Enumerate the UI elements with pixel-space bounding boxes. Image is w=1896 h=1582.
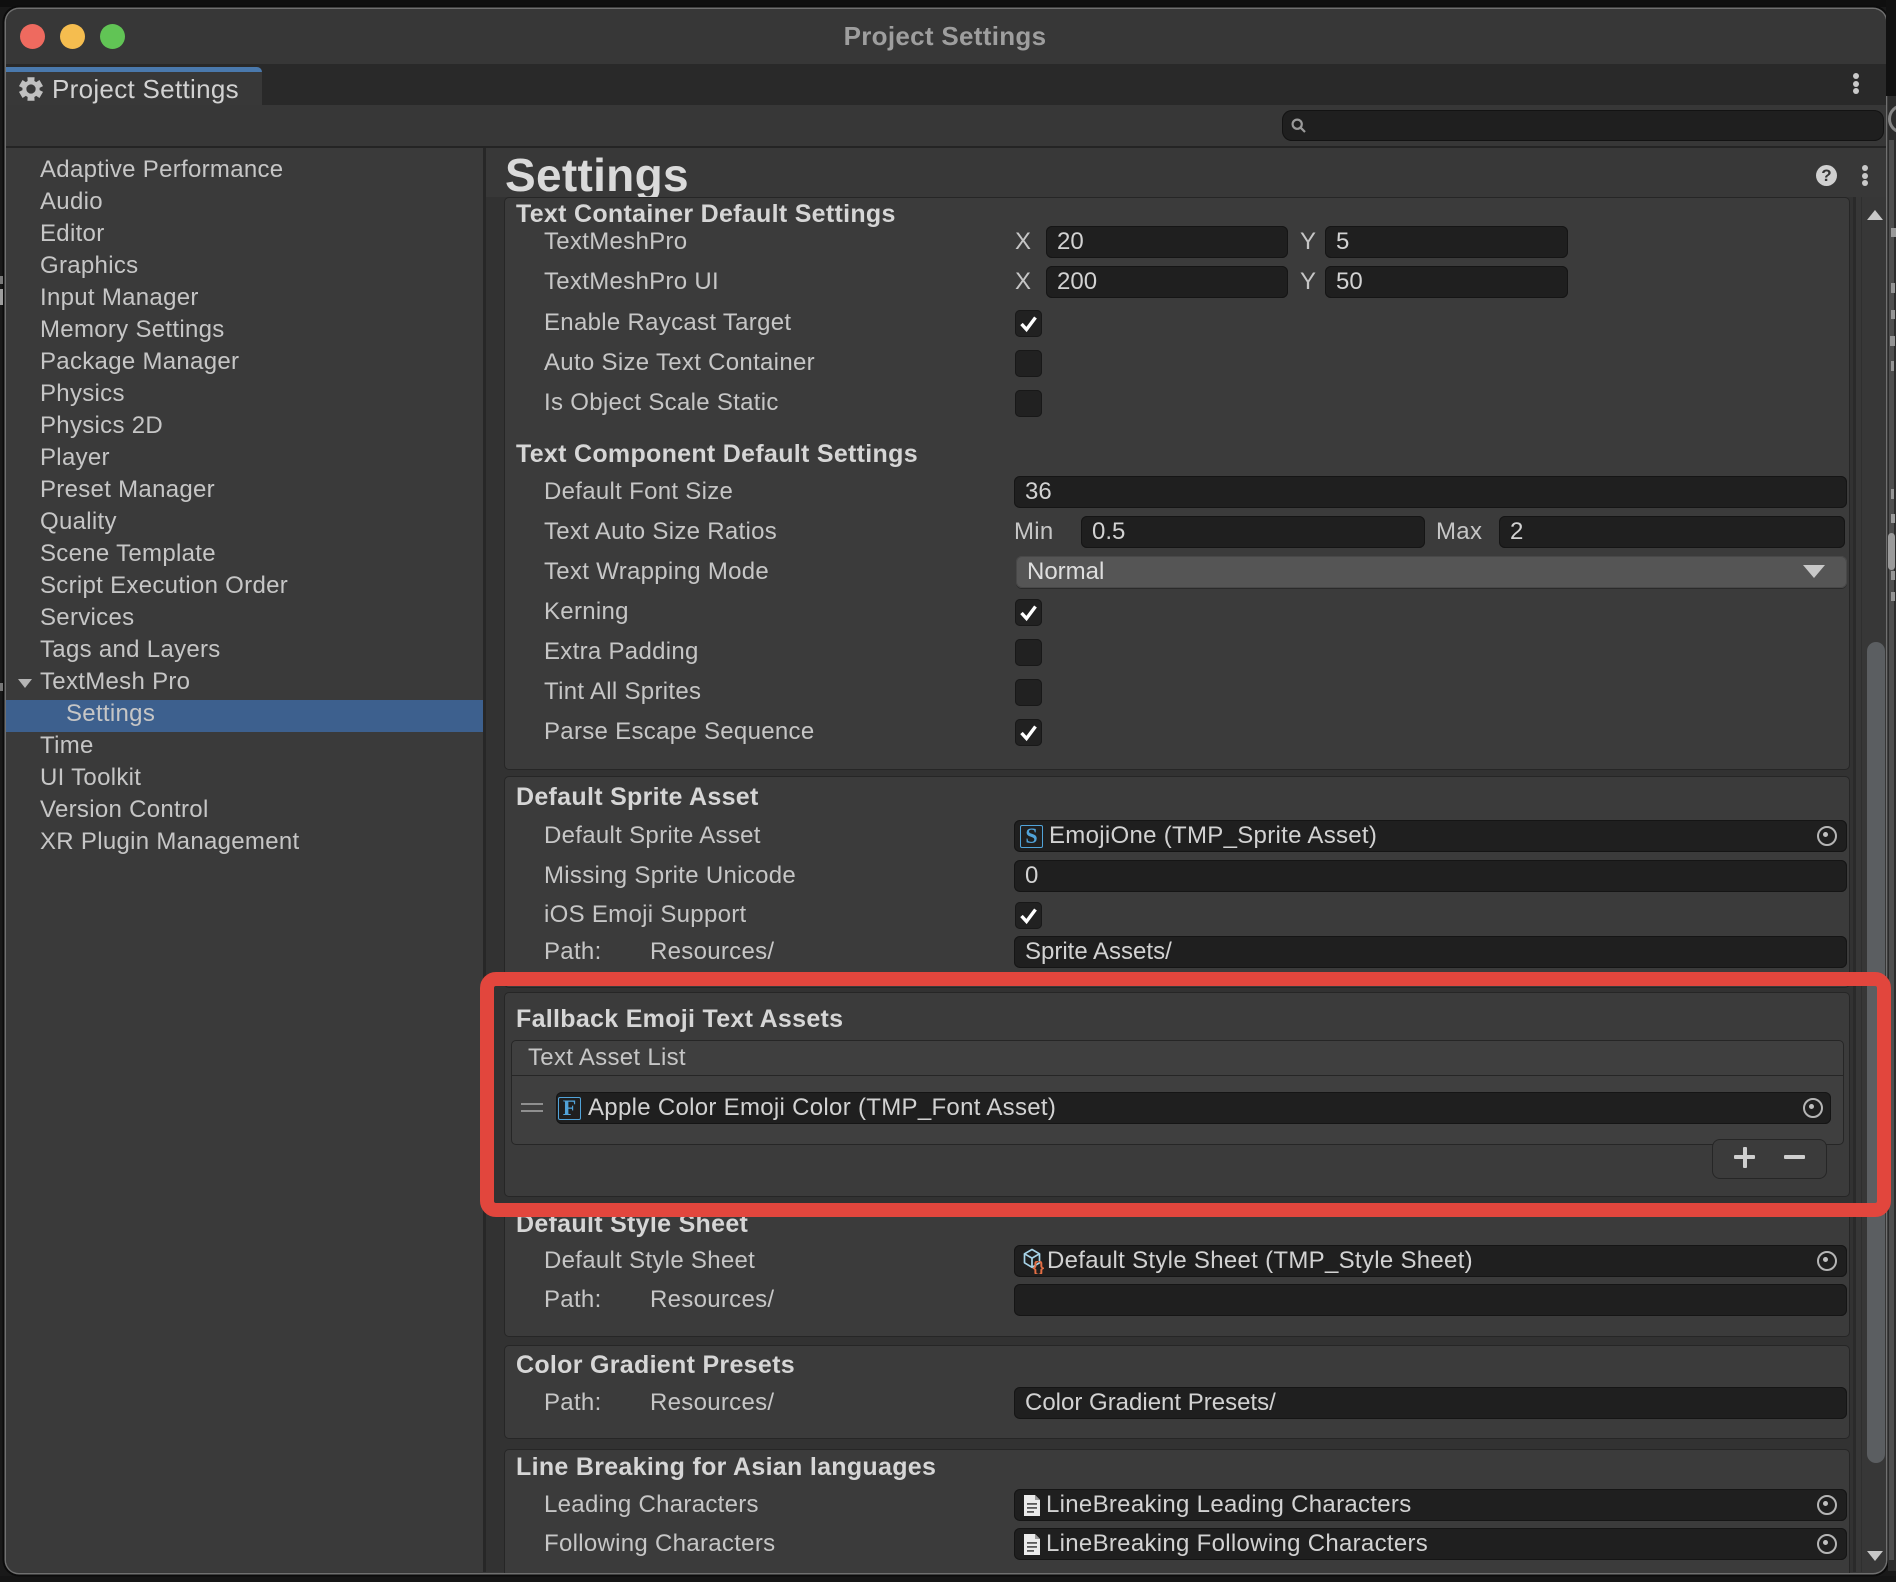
svg-text:{}: {} (1033, 1259, 1045, 1274)
